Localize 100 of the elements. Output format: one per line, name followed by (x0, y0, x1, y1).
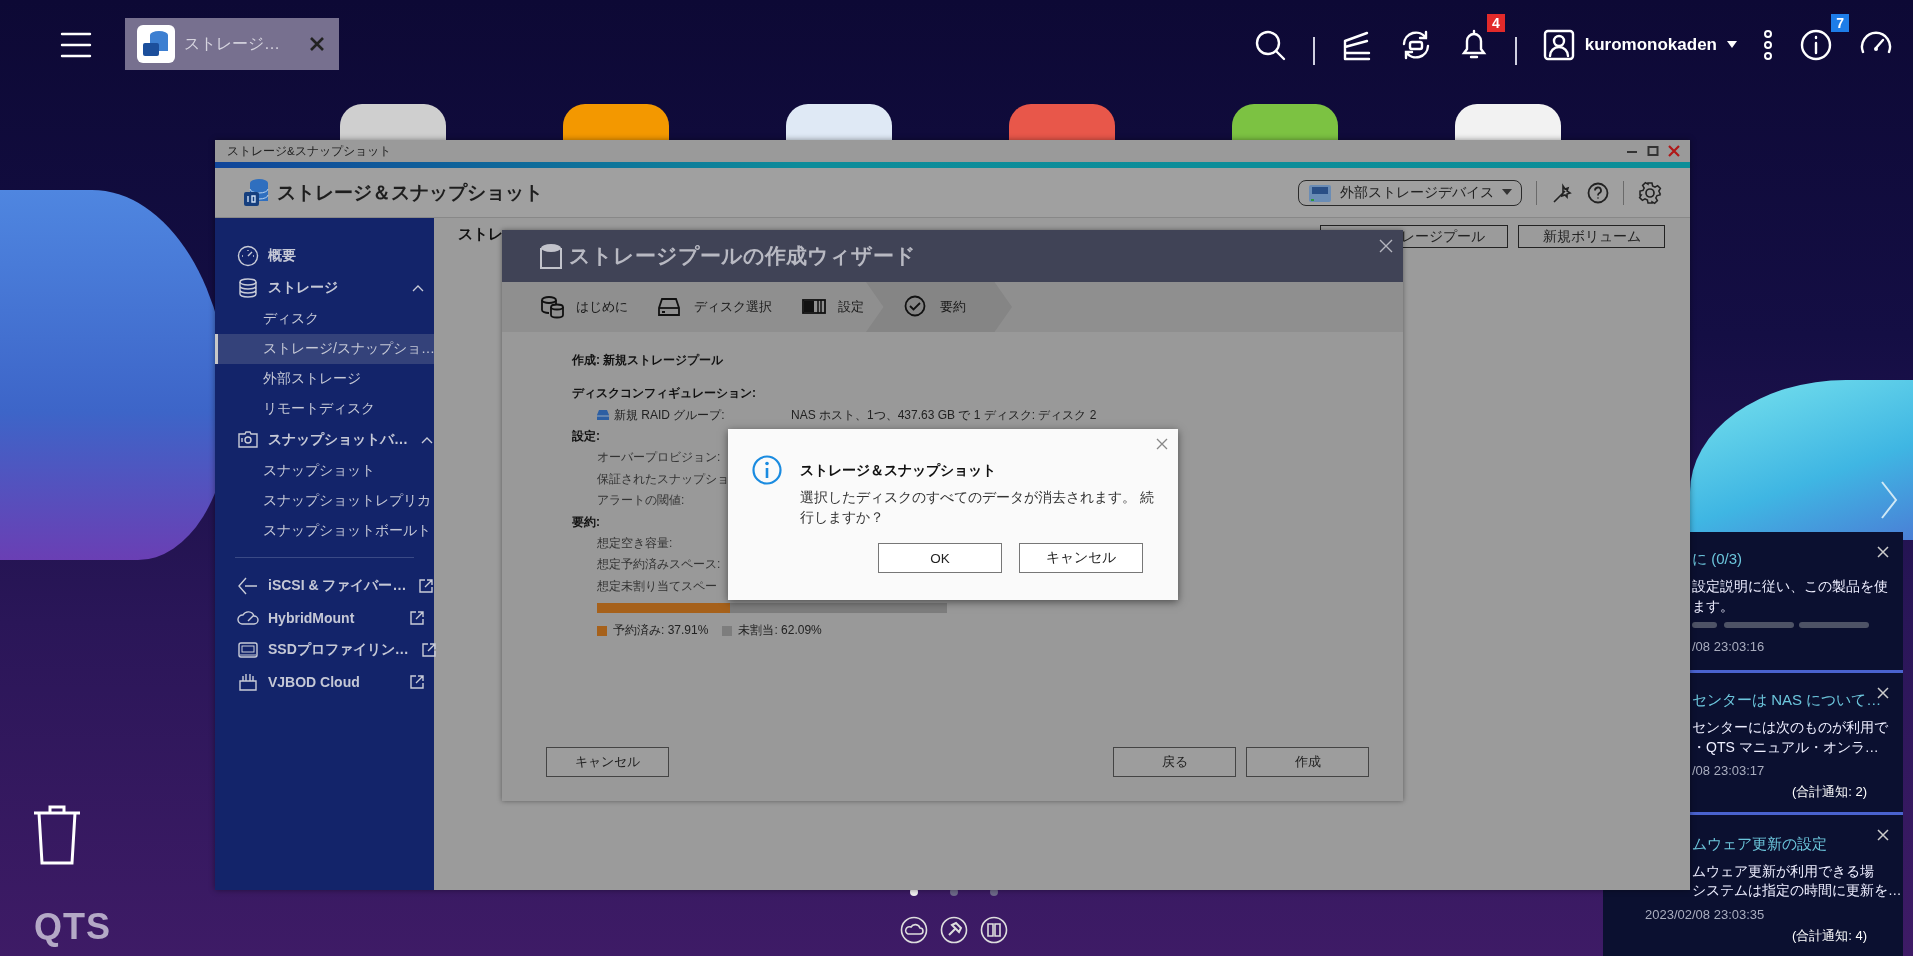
hammer-icon[interactable] (940, 916, 968, 944)
storage-app-icon (137, 25, 175, 63)
external-link-icon (410, 611, 424, 625)
book-icon[interactable] (980, 916, 1008, 944)
caret-icon[interactable] (1727, 41, 1737, 49)
legend-label: 未割当: 62.09% (738, 622, 822, 639)
app-icon[interactable] (786, 104, 892, 140)
chevron-up-icon (412, 284, 424, 292)
external-link-icon (419, 579, 434, 593)
sidebar-item[interactable]: VJBOD Cloud (215, 666, 434, 698)
sidebar-item[interactable]: スナップショットバ… (215, 424, 434, 456)
step-icon (658, 295, 682, 319)
external-link-icon (410, 675, 424, 689)
cloud-icon[interactable] (900, 916, 928, 944)
sidebar-icon (237, 671, 259, 693)
sidebar-icon (237, 575, 259, 597)
legend-label: 予約済み: 37.91% (613, 622, 709, 639)
storage-app-icon (243, 177, 269, 208)
cancel-button[interactable]: キャンセル (546, 747, 669, 777)
notification-text: 設定説明に従い、この製品を使 (1692, 577, 1888, 596)
field-label: アラートの閾値: (596, 492, 685, 509)
sidebar-icon (237, 245, 259, 267)
sidebar-item[interactable]: iSCSI & ファイバー… (215, 570, 434, 602)
settings-icon[interactable] (1638, 180, 1662, 205)
user-name[interactable]: kuromonokaden (1584, 35, 1717, 55)
notification-text: センターには次のものが利用で (1692, 718, 1888, 737)
sidebar-item[interactable]: スナップショット (215, 456, 434, 486)
new-volume-button[interactable]: 新規ボリューム (1518, 225, 1665, 248)
step-icon (904, 295, 928, 319)
notification-text: ムウェア更新が利用できる場 (1692, 862, 1874, 881)
drive-icon (597, 410, 609, 420)
sidebar-item[interactable]: ディスク (215, 304, 434, 334)
qts-logo: QTS (34, 906, 111, 948)
sidebar-item[interactable]: HybridMount (215, 602, 434, 634)
chevron-right-icon[interactable] (1880, 480, 1898, 520)
notification-time: 2023/02/08 23:03:35 (1645, 906, 1766, 924)
wizard-step[interactable]: ディスク選択 (658, 282, 772, 332)
notification-total: (合計通知: 2) (1790, 783, 1868, 801)
external-link-icon (421, 643, 436, 657)
sidebar-item[interactable]: 概要 (215, 240, 434, 272)
device-dropdown[interactable]: 外部ストレージデバイス (1298, 179, 1522, 206)
app-icon[interactable] (1232, 104, 1338, 140)
magic-wand-icon[interactable] (1551, 181, 1573, 204)
notification-title[interactable]: に (0/3) (1692, 548, 1903, 570)
sidebar-item[interactable]: スナップショットボールト (215, 516, 434, 546)
close-icon[interactable] (1379, 239, 1393, 253)
page-heading: ストレ (458, 225, 503, 244)
notification-text: システムは指定の時間に更新を… (1692, 882, 1902, 900)
dialog-title: ストレージ＆スナップショット (800, 462, 997, 480)
wizard-title: ストレージプールの作成ウィザード (569, 243, 916, 269)
notification-text: ます。 (1692, 597, 1734, 616)
section-label: ディスクコンフィギュレーション: (572, 385, 756, 402)
ok-button[interactable]: OK (878, 543, 1002, 573)
notification-text: ・QTS マニュアル・オンラ… (1692, 738, 1879, 757)
info-icon[interactable] (1799, 28, 1833, 62)
field-label: 想定未割り当てスペー (596, 577, 717, 595)
dialog-message: 行しますか？ (800, 509, 884, 527)
app-icon[interactable] (563, 104, 669, 140)
sidebar-icon (237, 429, 259, 451)
notification-time: /08 23:03:17 (1692, 762, 1766, 780)
trash-icon[interactable] (32, 803, 82, 865)
notification-title[interactable]: センターは NAS について… (1692, 689, 1903, 711)
sidebar-icon (237, 277, 259, 299)
field-label: オーバープロビジョン: (596, 449, 721, 466)
field-label: 想定空き容量: (596, 534, 673, 552)
field-label: 想定予約済みスペース: (596, 556, 721, 573)
back-button[interactable]: 戻る (1113, 747, 1236, 777)
chevron-up-icon (421, 436, 433, 444)
help-icon[interactable] (1587, 181, 1609, 204)
sidebar-icon (237, 639, 259, 661)
wizard-step[interactable]: はじめに (540, 282, 628, 332)
app-icon[interactable] (340, 104, 446, 140)
sidebar-item[interactable]: リモートディスク (215, 394, 434, 424)
cylinder-icon (539, 242, 563, 270)
create-button[interactable]: 作成 (1246, 747, 1369, 777)
menu-icon[interactable] (60, 31, 92, 59)
sidebar-item[interactable]: スナップショットレプリカ (215, 486, 434, 516)
sidebar-item[interactable]: ストレージ/スナップショ… (215, 334, 434, 364)
notification-time: /08 23:03:16 (1692, 638, 1766, 656)
field-value: NAS ホスト、1つ、437.63 GB で 1 ディスク: ディスク 2 (791, 406, 1097, 424)
more-icon[interactable] (1763, 30, 1773, 60)
wizard-step[interactable]: 要約 (866, 282, 1012, 332)
info-count: 7 (1831, 14, 1849, 32)
sidebar-item[interactable]: ストレージ (215, 272, 434, 304)
cancel-button[interactable]: キャンセル (1019, 543, 1143, 573)
field-label: 保証されたスナップショ (596, 470, 729, 488)
user-icon[interactable] (1542, 29, 1575, 61)
notification-title[interactable]: ムウェア更新の設定 (1692, 833, 1903, 855)
summary-heading: 作成: 新規ストレージプール (572, 352, 724, 369)
sidebar-item[interactable]: SSDプロファイリン… (215, 634, 434, 666)
app-title: ストレージ＆スナップショット (277, 180, 543, 205)
notification-total: (合計通知: 4) (1790, 927, 1868, 945)
app-icon[interactable] (1455, 104, 1561, 140)
window-title: ストレージ&スナップショット (227, 143, 391, 159)
sidebar-item[interactable]: 外部ストレージ (215, 364, 434, 394)
section-label: 設定: (572, 428, 600, 445)
step-icon (540, 295, 564, 319)
maximize-icon[interactable] (1647, 145, 1659, 157)
wizard-step[interactable]: 設定 (802, 282, 864, 332)
section-label: 要約: (572, 513, 600, 531)
